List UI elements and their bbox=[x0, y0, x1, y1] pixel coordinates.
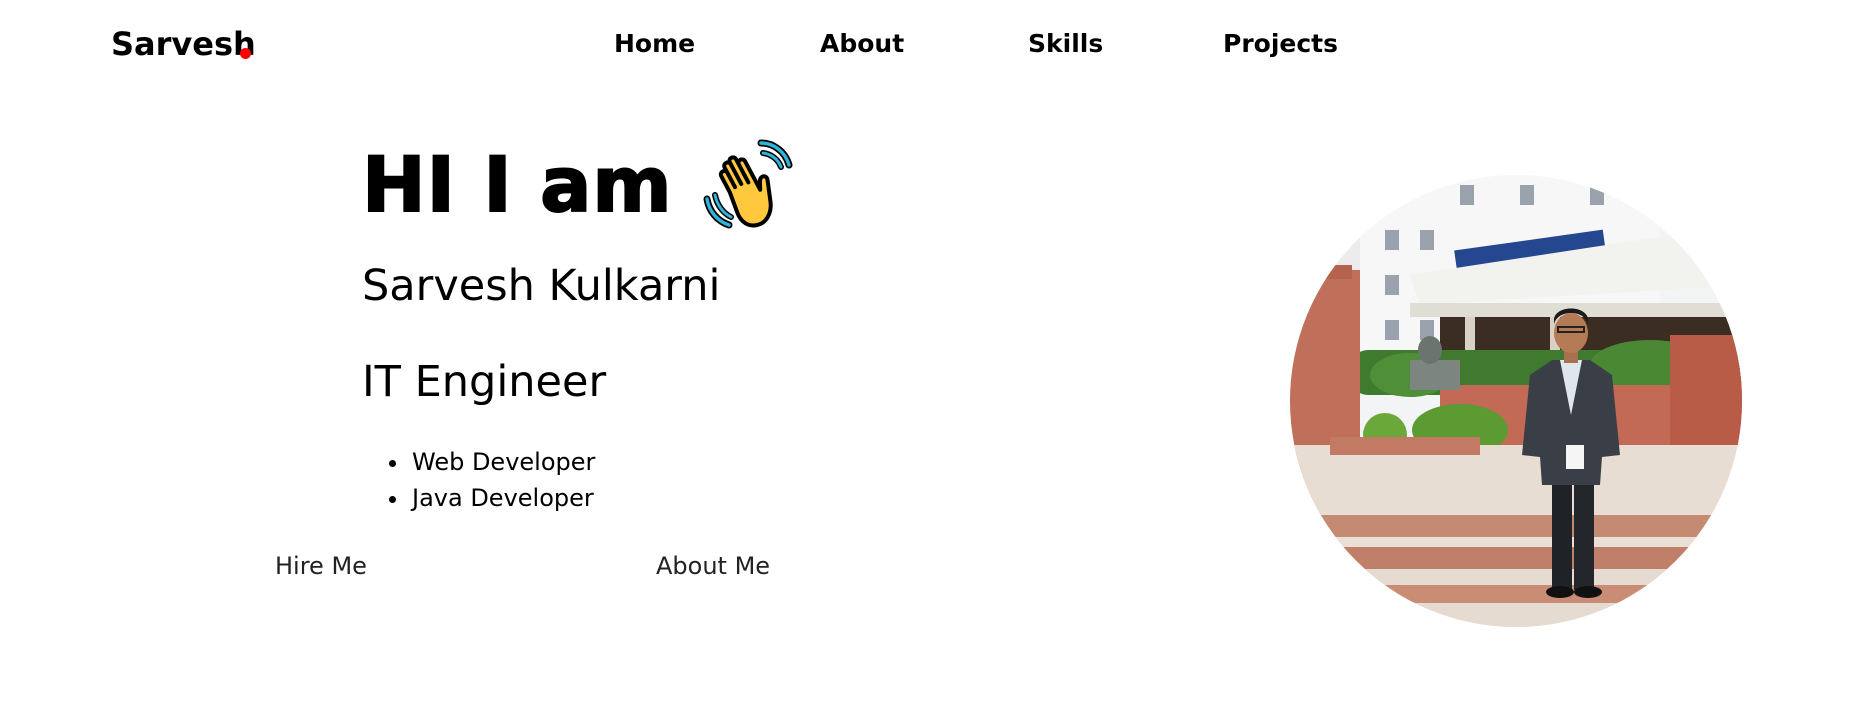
profile-photo bbox=[1290, 175, 1742, 627]
hero-greeting: HI I am bbox=[361, 137, 797, 233]
nav-home-link[interactable]: Home bbox=[614, 26, 695, 62]
list-item: Java Developer bbox=[410, 480, 595, 516]
about-me-button[interactable]: About Me bbox=[656, 550, 770, 582]
hero-name: Sarvesh Kulkarni bbox=[362, 261, 721, 311]
nav-skills-link[interactable]: Skills bbox=[1028, 26, 1103, 62]
skills-list: Web Developer Java Developer bbox=[362, 444, 595, 516]
greeting-text: HI I am bbox=[361, 139, 673, 230]
waving-hand-icon bbox=[701, 137, 797, 233]
hero-role: IT Engineer bbox=[362, 357, 607, 407]
nav-projects-link[interactable]: Projects bbox=[1223, 26, 1338, 62]
main-nav: Home About Skills Projects bbox=[0, 26, 1870, 62]
hire-me-button[interactable]: Hire Me bbox=[275, 550, 367, 582]
nav-about-link[interactable]: About bbox=[820, 26, 904, 62]
list-item: Web Developer bbox=[410, 444, 595, 480]
